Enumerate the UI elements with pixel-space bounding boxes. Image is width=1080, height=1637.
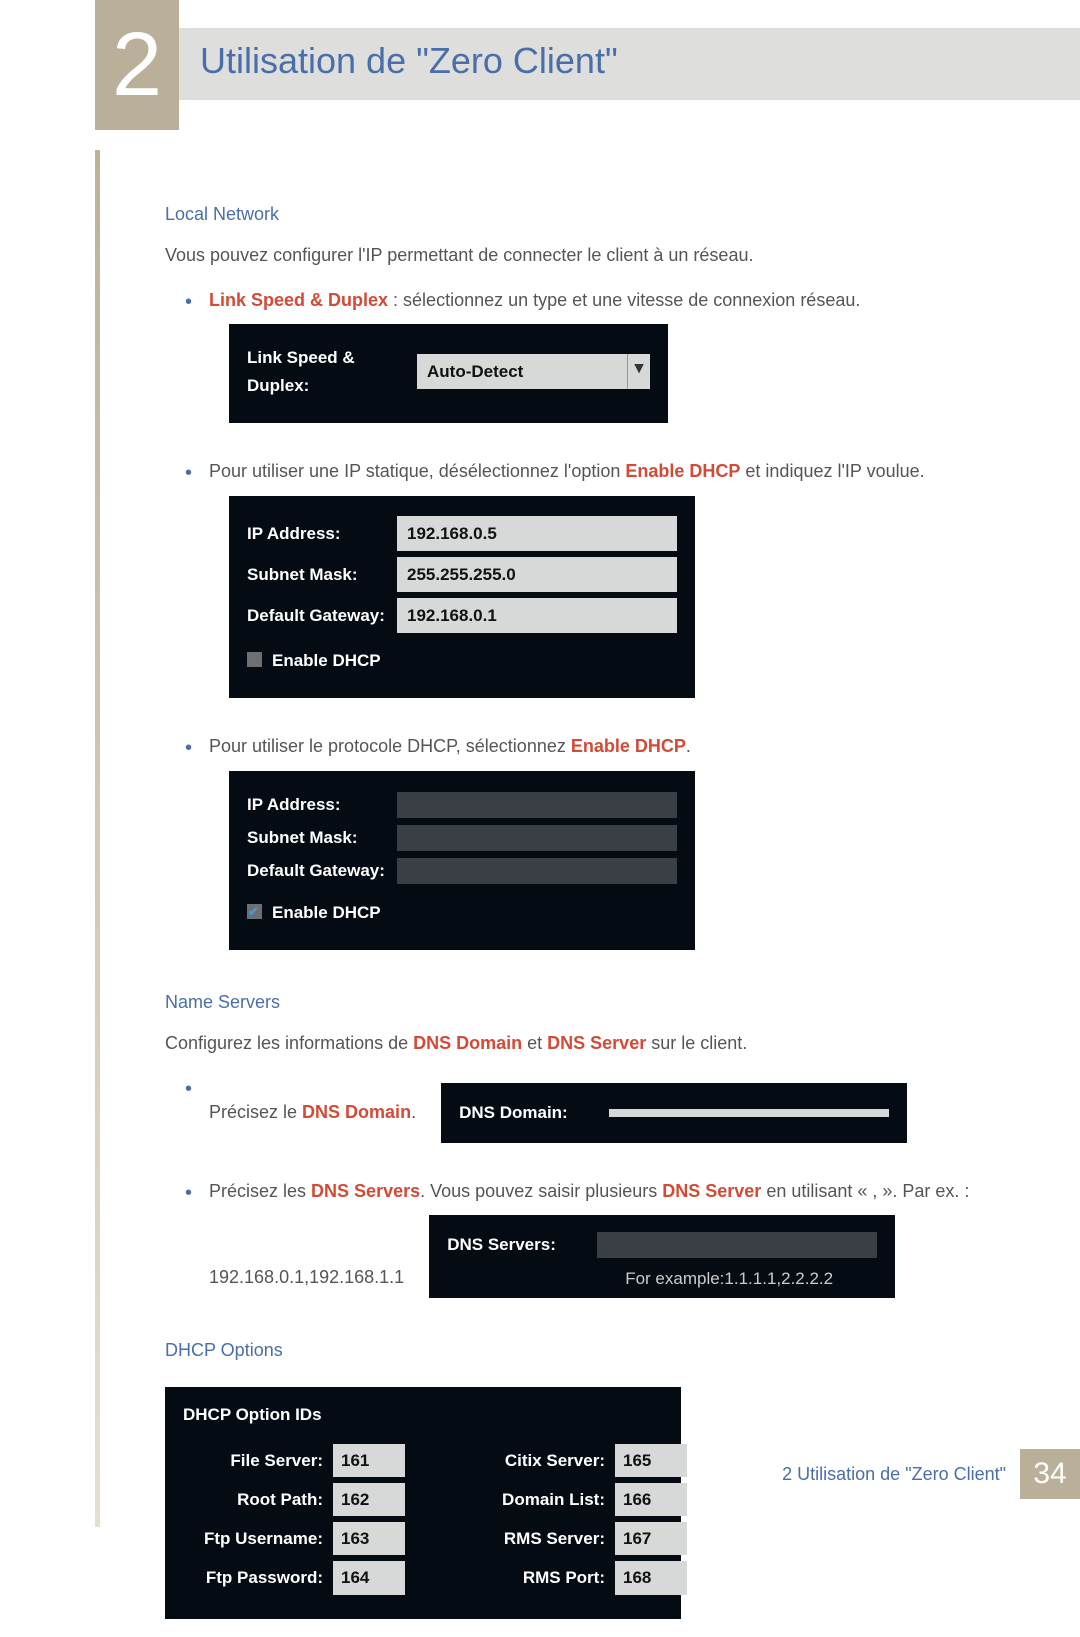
section-heading-local-network: Local Network (165, 200, 1020, 229)
bullet-static-ip: Pour utiliser une IP statique, désélecti… (185, 457, 1020, 717)
enable-dhcp-red-2: Enable DHCP (571, 736, 686, 756)
rms-port-label: RMS Port: (465, 1564, 615, 1591)
dns-servers-hint: For example:1.1.1.1,2.2.2.2 (447, 1265, 877, 1292)
ip-address-label: IP Address: (247, 520, 397, 547)
ui-static-ip: IP Address:192.168.0.5 Subnet Mask:255.2… (229, 496, 695, 699)
footer-text: 2 Utilisation de "Zero Client" (782, 1464, 1020, 1485)
static-ip-post: et indiquez l'IP voulue. (740, 461, 924, 481)
subnet-mask-input-disabled (397, 825, 677, 851)
rms-server-label: RMS Server: (465, 1525, 615, 1552)
default-gateway-input[interactable]: 192.168.0.1 (397, 598, 677, 633)
page-number: 34 (1020, 1449, 1080, 1499)
local-network-intro: Vous pouvez configurer l'IP permettant d… (165, 241, 1020, 270)
ip-address-input-disabled (397, 792, 677, 818)
enable-dhcp-label: Enable DHCP (272, 647, 381, 674)
file-server-input[interactable]: 161 (333, 1444, 405, 1477)
dhcp-on-post: . (686, 736, 691, 756)
ftp-username-input[interactable]: 163 (333, 1522, 405, 1555)
dns-servers-red2: DNS Server (662, 1181, 761, 1201)
domain-list-label: Domain List: (465, 1486, 615, 1513)
ui-dns-servers: DNS Servers: For example:1.1.1.1,2.2.2.2 (429, 1215, 895, 1297)
link-speed-dropdown[interactable]: Auto-Detect ▾ (417, 354, 650, 389)
enable-dhcp-checkbox-on[interactable] (247, 904, 262, 919)
dns-domain-red: DNS Domain (302, 1102, 411, 1122)
link-speed-label: Link Speed & Duplex (209, 290, 388, 310)
ui-dhcp-option-ids: DHCP Option IDs File Server:161 Root Pat… (165, 1387, 681, 1619)
ns-intro-mid: et (522, 1033, 547, 1053)
dhcp-ids-col-right: Citix Server:165 Domain List:166 RMS Ser… (465, 1438, 687, 1601)
root-path-input[interactable]: 162 (333, 1483, 405, 1516)
enable-dhcp-red: Enable DHCP (625, 461, 740, 481)
file-server-label: File Server: (183, 1447, 333, 1474)
enable-dhcp-checkbox-off[interactable] (247, 652, 262, 667)
dns-domain-post: . (411, 1102, 416, 1122)
bullet-dns-servers: Précisez les DNS Servers. Vous pouvez sa… (185, 1177, 1020, 1316)
dns-domain-pre: Précisez le (209, 1102, 302, 1122)
dns-servers-label: DNS Servers: (447, 1231, 597, 1258)
citix-server-label: Citix Server: (465, 1447, 615, 1474)
dns-servers-input[interactable] (597, 1232, 877, 1258)
chapter-number: 2 (95, 0, 179, 130)
rms-port-input[interactable]: 168 (615, 1561, 687, 1594)
link-speed-field-label: Link Speed & Duplex: (247, 344, 417, 398)
default-gateway-label: Default Gateway: (247, 602, 397, 629)
dns-domain-input[interactable] (609, 1109, 889, 1117)
subnet-mask-input[interactable]: 255.255.255.0 (397, 557, 677, 592)
ip-address-label-2: IP Address: (247, 791, 397, 818)
ns-intro-pre: Configurez les informations de (165, 1033, 413, 1053)
bullet-dhcp-on: Pour utiliser le protocole DHCP, sélecti… (185, 732, 1020, 968)
chevron-down-icon: ▾ (627, 354, 650, 389)
default-gateway-input-disabled (397, 858, 677, 884)
link-speed-dropdown-value: Auto-Detect (417, 354, 627, 389)
bullet-link-speed: Link Speed & Duplex : sélectionnez un ty… (185, 286, 1020, 441)
subnet-mask-label-2: Subnet Mask: (247, 824, 397, 851)
ns-intro-post: sur le client. (646, 1033, 747, 1053)
section-heading-name-servers: Name Servers (165, 988, 1020, 1017)
footer: 2 Utilisation de "Zero Client" 34 (782, 1449, 1080, 1499)
dhcp-ids-col-left: File Server:161 Root Path:162 Ftp Userna… (183, 1438, 405, 1601)
enable-dhcp-label-2: Enable DHCP (272, 899, 381, 926)
default-gateway-label-2: Default Gateway: (247, 857, 397, 884)
ns-intro-red1: DNS Domain (413, 1033, 522, 1053)
link-speed-rest: : sélectionnez un type et une vitesse de… (388, 290, 860, 310)
dhcp-option-ids-title: DHCP Option IDs (183, 1401, 663, 1428)
ui-link-speed: Link Speed & Duplex: Auto-Detect ▾ (229, 324, 668, 422)
dhcp-on-pre: Pour utiliser le protocole DHCP, sélecti… (209, 736, 571, 756)
ftp-password-label: Ftp Password: (183, 1564, 333, 1591)
name-servers-intro: Configurez les informations de DNS Domai… (165, 1029, 1020, 1058)
dns-servers-pre: Précisez les (209, 1181, 311, 1201)
ui-dns-domain: DNS Domain: (441, 1083, 907, 1142)
dns-servers-red1: DNS Servers (311, 1181, 420, 1201)
chapter-title: Utilisation de "Zero Client" (200, 40, 618, 82)
domain-list-input[interactable]: 166 (615, 1483, 687, 1516)
ftp-username-label: Ftp Username: (183, 1525, 333, 1552)
bullet-dns-domain: Précisez le DNS Domain. DNS Domain: (185, 1073, 1020, 1160)
dns-domain-label: DNS Domain: (459, 1099, 609, 1126)
ftp-password-input[interactable]: 164 (333, 1561, 405, 1594)
rms-server-input[interactable]: 167 (615, 1522, 687, 1555)
citix-server-input[interactable]: 165 (615, 1444, 687, 1477)
root-path-label: Root Path: (183, 1486, 333, 1513)
ip-address-input[interactable]: 192.168.0.5 (397, 516, 677, 551)
ui-dhcp-on: IP Address: Subnet Mask: Default Gateway… (229, 771, 695, 950)
static-ip-pre: Pour utiliser une IP statique, désélecti… (209, 461, 625, 481)
dns-servers-mid: . Vous pouvez saisir plusieurs (420, 1181, 662, 1201)
subnet-mask-label: Subnet Mask: (247, 561, 397, 588)
section-heading-dhcp-options: DHCP Options (165, 1336, 1020, 1365)
ns-intro-red2: DNS Server (547, 1033, 646, 1053)
